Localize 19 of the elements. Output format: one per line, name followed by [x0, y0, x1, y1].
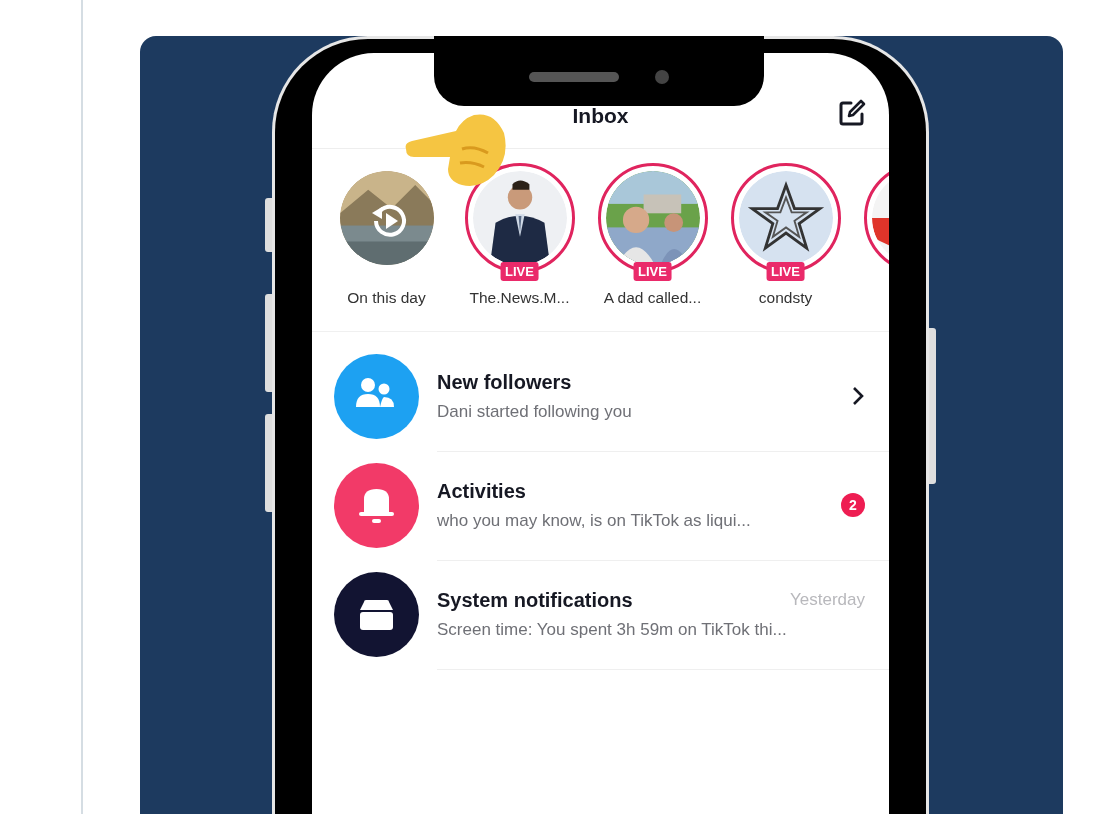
row-title[interactable]: System notifications — [437, 588, 633, 612]
live-badge: LIVE — [766, 262, 805, 281]
story-label: The.News.M... — [469, 289, 570, 307]
story-label: On this day — [347, 289, 426, 307]
story-label: condsty — [758, 289, 813, 307]
row-subtitle: Dani started following you — [437, 401, 632, 422]
row-title[interactable]: Activities — [437, 479, 526, 503]
camera-dot — [655, 70, 669, 84]
row-subtitle: who you may know, is on TikTok as liqui... — [437, 510, 751, 531]
row-subtitle: Screen time: You spent 3h 59m on TikTok thi... — [437, 619, 787, 640]
timestamp: Yesterday — [790, 590, 865, 610]
live-badge: LIVE — [500, 262, 539, 281]
row-title[interactable]: New followers — [437, 370, 572, 394]
count-badge: 2 — [841, 493, 865, 517]
live-badge: LIVE — [633, 262, 672, 281]
story-label: A dad called... — [603, 289, 702, 307]
screen-title: Inbox — [572, 104, 629, 128]
chevron-right-icon[interactable] — [851, 385, 865, 407]
edit-icon[interactable] — [837, 98, 867, 128]
